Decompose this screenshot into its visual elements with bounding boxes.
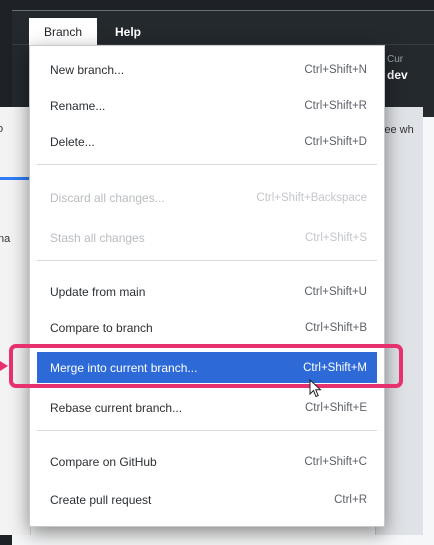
annotation-arrow-icon [0,361,8,371]
menu-separator [37,260,377,261]
branch-dropdown-menu: New branch... Ctrl+Shift+N Rename... Ctr… [29,45,385,527]
menu-help[interactable]: Help [103,18,153,45]
left-pane [0,107,31,535]
menu-item-label: Stash all changes [50,230,145,245]
menu-item-compare-on-github[interactable]: Compare on GitHub Ctrl+Shift+C [37,446,377,477]
left-pane-text: o [0,123,4,135]
menu-item-shortcut: Ctrl+Shift+D [304,135,367,148]
menu-item-compare-to-branch[interactable]: Compare to branch Ctrl+Shift+B [37,312,377,343]
current-branch-label: Cur [387,54,404,65]
menu-item-rebase-current-branch[interactable]: Rebase current branch... Ctrl+Shift+E [37,392,377,423]
menu-item-shortcut: Ctrl+Shift+U [304,285,367,298]
left-pane-text-2: na [0,233,11,245]
window-top-edge [12,10,434,11]
menu-item-rename[interactable]: Rename... Ctrl+Shift+R [37,90,377,121]
menu-item-label: Create pull request [50,492,152,507]
menu-item-label: Compare to branch [50,320,153,335]
menu-item-label: Compare on GitHub [50,454,157,469]
desktop-strip [0,0,434,10]
menu-item-shortcut: Ctrl+Shift+E [305,401,367,414]
menu-item-label: New branch... [50,62,125,77]
menu-item-delete[interactable]: Delete... Ctrl+Shift+D [37,126,377,157]
menu-separator [37,430,377,431]
menu-item-shortcut: Ctrl+Shift+R [304,99,367,112]
menu-item-shortcut: Ctrl+Shift+Backspace [256,191,367,204]
menu-item-label: Rename... [50,98,106,113]
menu-item-discard-all-changes: Discard all changes... Ctrl+Shift+Backsp… [37,182,377,213]
menu-item-stash-all-changes: Stash all changes Ctrl+Shift+S [37,222,377,253]
menu-item-label: Rebase current branch... [50,400,183,415]
menu-item-shortcut: Ctrl+Shift+C [304,455,367,468]
mouse-pointer-icon [309,379,322,398]
menu-item-shortcut: Ctrl+Shift+B [305,321,367,334]
current-branch-value[interactable]: dev [387,68,408,82]
menu-item-label: Delete... [50,134,95,149]
menu-item-label: Discard all changes... [50,190,165,205]
menu-separator [37,164,377,165]
highlight-annotation-box [9,344,403,388]
menu-item-create-pull-request[interactable]: Create pull request Ctrl+R [37,484,377,515]
menu-item-shortcut: Ctrl+Shift+N [304,63,367,76]
menu-item-shortcut: Ctrl+R [334,493,367,506]
menu-item-label: Update from main [50,284,146,299]
menu-item-update-from-main[interactable]: Update from main Ctrl+Shift+U [37,276,377,307]
menu-item-new-branch[interactable]: New branch... Ctrl+Shift+N [37,54,377,85]
selected-tab-indicator [0,177,30,180]
menu-branch[interactable]: Branch [29,18,97,45]
menu-item-shortcut: Ctrl+Shift+S [305,231,367,244]
